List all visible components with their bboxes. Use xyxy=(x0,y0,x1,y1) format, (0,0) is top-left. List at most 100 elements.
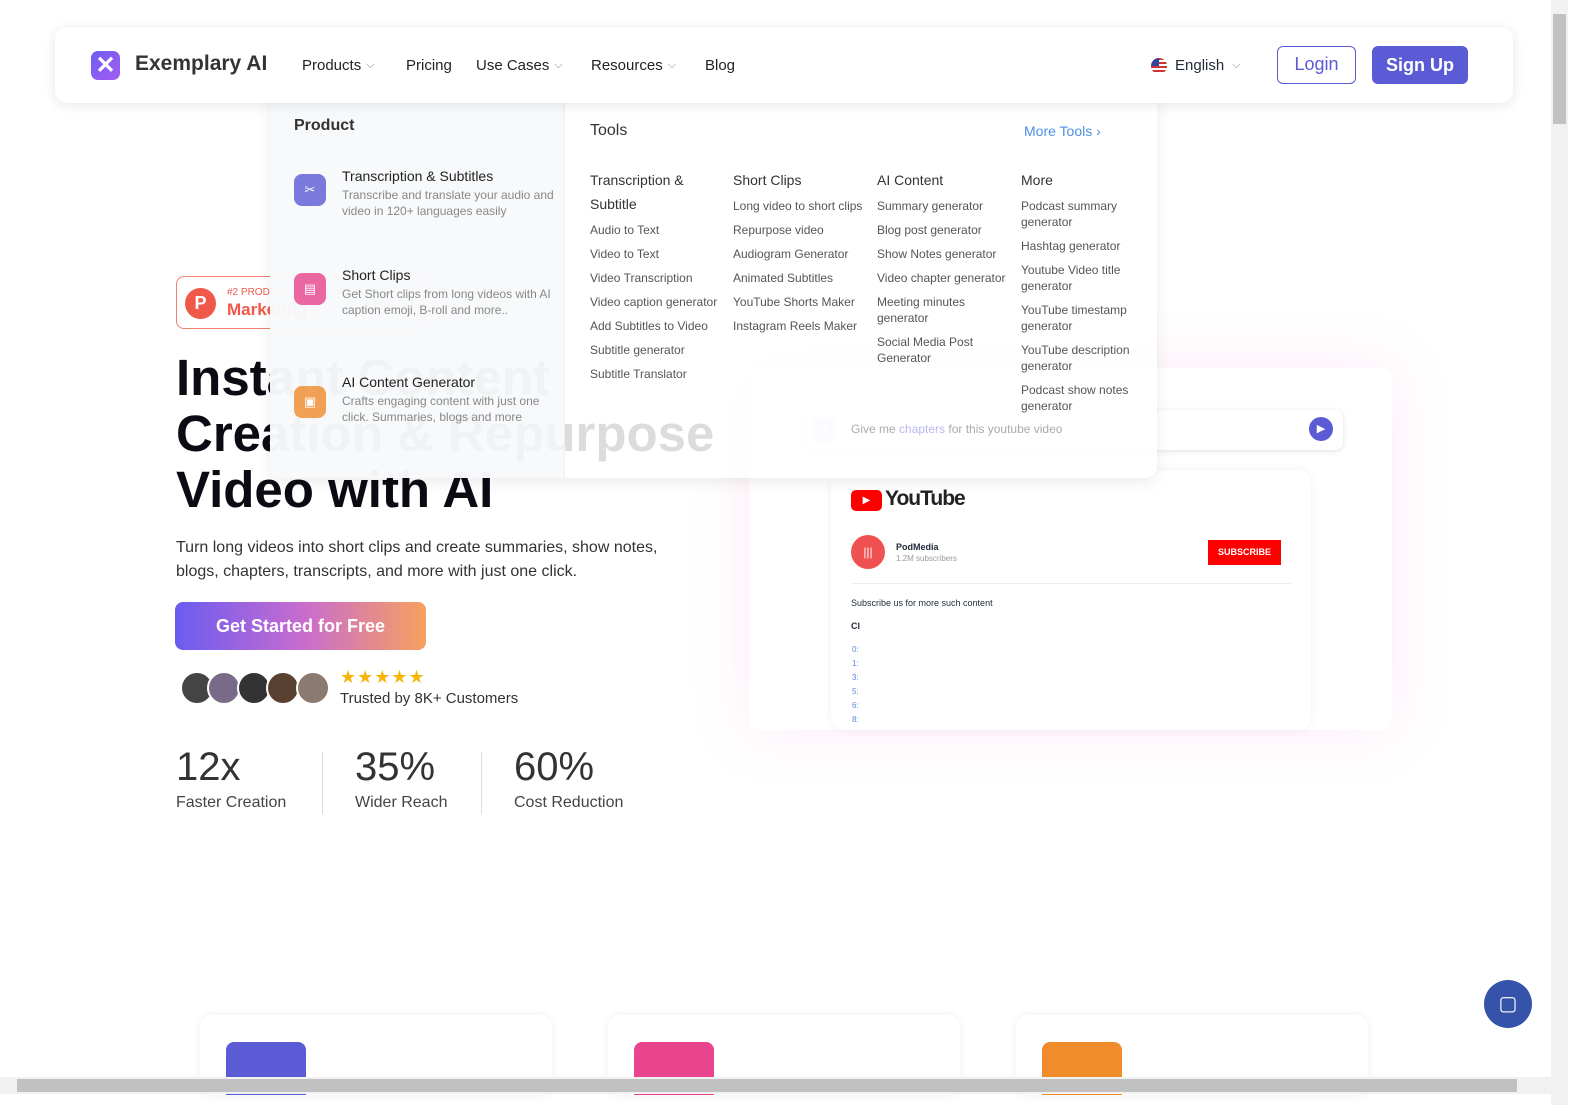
nav-resources[interactable]: Resources ⌵ xyxy=(591,57,676,74)
product-transcription[interactable]: ✂ Transcription & Subtitles Transcribe and… xyxy=(294,168,554,219)
divider xyxy=(481,752,482,814)
tool-link[interactable]: Repurpose video xyxy=(733,222,863,238)
avatar xyxy=(266,671,300,705)
product-hunt-icon: P xyxy=(185,288,216,319)
tools-column: Transcription & Subtitle Audio to Text Vid… xyxy=(590,168,720,390)
product-panel: Product ✂ Transcription & Subtitles Transc… xyxy=(270,90,565,478)
product-desc: Transcribe and translate your audio and … xyxy=(342,188,554,218)
tool-link[interactable]: Youtube Video title generator xyxy=(1021,262,1151,294)
tool-link[interactable]: Video chapter generator xyxy=(877,270,1007,286)
tool-link[interactable]: Subtitle generator xyxy=(590,342,720,358)
chevron-down-icon: ⌵ xyxy=(1232,59,1241,71)
timestamp-link[interactable]: 1: xyxy=(852,657,859,671)
tool-link[interactable]: Summary generator xyxy=(877,198,1007,214)
stat-label: Wider Reach xyxy=(355,794,448,811)
chevron-down-icon: ⌵ xyxy=(667,59,677,71)
channel-name: PodMedia xyxy=(896,542,939,552)
signup-button[interactable]: Sign Up xyxy=(1372,46,1468,84)
channel-avatar-icon: ||| xyxy=(851,535,885,569)
stat-cost: 60% Cost Reduction xyxy=(514,745,623,812)
column-heading: Short Clips xyxy=(733,172,802,188)
column-heading: Transcription & Subtitle xyxy=(590,172,684,212)
timestamp-link[interactable]: 3: xyxy=(852,671,859,685)
video-description: Subscribe us for more such content xyxy=(851,598,993,608)
tools-column: More Podcast summary generator Hashtag gen… xyxy=(1021,168,1151,422)
tool-link[interactable]: Audio to Text xyxy=(590,222,720,238)
subscriber-count: 1.2M subscribers xyxy=(896,554,957,563)
get-started-button[interactable]: Get Started for Free xyxy=(175,602,426,650)
prompt-highlight: chapters xyxy=(899,422,946,436)
tool-link[interactable]: Audiogram Generator xyxy=(733,246,863,262)
tool-link[interactable]: Podcast show notes generator xyxy=(1021,382,1151,414)
more-tools-label: More Tools xyxy=(1024,123,1093,139)
tool-link[interactable]: Hashtag generator xyxy=(1021,238,1151,254)
chevron-down-icon: ⌵ xyxy=(366,59,375,71)
timestamp-link[interactable]: 8: xyxy=(852,713,859,727)
product-title: Transcription & Subtitles xyxy=(342,168,494,184)
chapters-heading: Cl xyxy=(851,621,860,631)
tool-link[interactable]: Podcast summary generator xyxy=(1021,198,1151,230)
divider xyxy=(851,583,1291,584)
tool-link[interactable]: YouTube description generator xyxy=(1021,342,1151,374)
transcription-icon: ✂ xyxy=(294,174,326,206)
brand-name[interactable]: Exemplary AI xyxy=(135,52,267,76)
timestamp-link[interactable]: 0: xyxy=(852,643,859,657)
subscribe-button[interactable]: SUBSCRIBE xyxy=(1208,540,1281,565)
tool-link[interactable]: Long video to short clips xyxy=(733,198,863,214)
stat-value: 35% xyxy=(355,745,436,789)
vertical-scroll-thumb[interactable] xyxy=(1553,14,1566,124)
product-ai-content[interactable]: ▣ AI Content Generator Crafts engaging con… xyxy=(294,374,554,425)
nav-use-cases[interactable]: Use Cases ⌵ xyxy=(476,57,563,74)
divider xyxy=(322,752,323,814)
chat-widget-button[interactable]: ▢ xyxy=(1484,980,1532,1028)
tool-link[interactable]: Show Notes generator xyxy=(877,246,1007,262)
short-clips-icon: ▤ xyxy=(294,273,326,305)
youtube-preview: ▶ YouTube ||| PodMedia 1.2M subscribers … xyxy=(831,470,1311,730)
tool-link[interactable]: Subtitle Translator xyxy=(590,366,720,382)
tool-link[interactable]: Video Transcription xyxy=(590,270,720,286)
us-flag-icon xyxy=(1151,57,1167,74)
youtube-play-icon: ▶ xyxy=(851,490,882,511)
product-short-clips[interactable]: ▤ Short Clips Get Short clips from long vi… xyxy=(294,267,554,318)
product-title: AI Content Generator xyxy=(342,374,476,390)
tools-heading: Tools xyxy=(590,122,628,139)
nav-products[interactable]: Products ⌵ xyxy=(302,57,375,74)
tool-link[interactable]: Meeting minutes generator xyxy=(877,294,1007,326)
language-selector[interactable]: English ⌵ xyxy=(1151,57,1241,74)
avatar xyxy=(296,671,330,705)
login-button[interactable]: Login xyxy=(1277,46,1356,84)
tool-link[interactable]: YouTube Shorts Maker xyxy=(733,294,863,310)
timestamp-link[interactable]: 6: xyxy=(852,699,859,713)
product-heading: Product xyxy=(294,117,355,134)
tools-column: AI Content Summary generator Blog post gen… xyxy=(877,168,1007,374)
vertical-scrollbar[interactable] xyxy=(1551,0,1568,1105)
prompt-text[interactable]: Give me chapters for this youtube video xyxy=(851,422,1062,436)
stat-label: Cost Reduction xyxy=(514,794,624,811)
more-tools-link[interactable]: More Tools › xyxy=(1024,123,1101,139)
stat-value: 12x xyxy=(176,745,241,789)
tool-link[interactable]: Add Subtitles to Video xyxy=(590,318,720,334)
tool-link[interactable]: Blog post generator xyxy=(877,222,1007,238)
send-icon[interactable]: ▶ xyxy=(1309,417,1333,441)
prompt-text-end: for this youtube video xyxy=(945,422,1063,436)
nav-blog[interactable]: Blog xyxy=(705,57,735,74)
tool-link[interactable]: Video caption generator xyxy=(590,294,720,310)
rating-stars-icon: ★★★★★ xyxy=(340,667,426,687)
ai-content-icon: ▣ xyxy=(294,386,326,418)
column-heading: More xyxy=(1021,172,1053,188)
horizontal-scroll-thumb[interactable] xyxy=(17,1079,1517,1092)
nav-label: Resources xyxy=(591,57,663,74)
tool-link[interactable]: Animated Subtitles xyxy=(733,270,863,286)
nav-pricing[interactable]: Pricing xyxy=(406,57,452,74)
language-label: English xyxy=(1175,57,1225,74)
tool-link[interactable]: Social Media Post Generator xyxy=(877,334,1007,366)
timestamp-link[interactable]: 5: xyxy=(852,685,859,699)
product-desc: Crafts engaging content with just one cl… xyxy=(342,394,540,424)
avatar xyxy=(207,671,241,705)
logo-icon[interactable]: ✕ xyxy=(91,51,120,80)
tool-link[interactable]: Instagram Reels Maker xyxy=(733,318,863,334)
stat-label: Faster Creation xyxy=(176,794,287,811)
prompt-text-start: Give me xyxy=(851,422,900,436)
tool-link[interactable]: Video to Text xyxy=(590,246,720,262)
tool-link[interactable]: YouTube timestamp generator xyxy=(1021,302,1151,334)
